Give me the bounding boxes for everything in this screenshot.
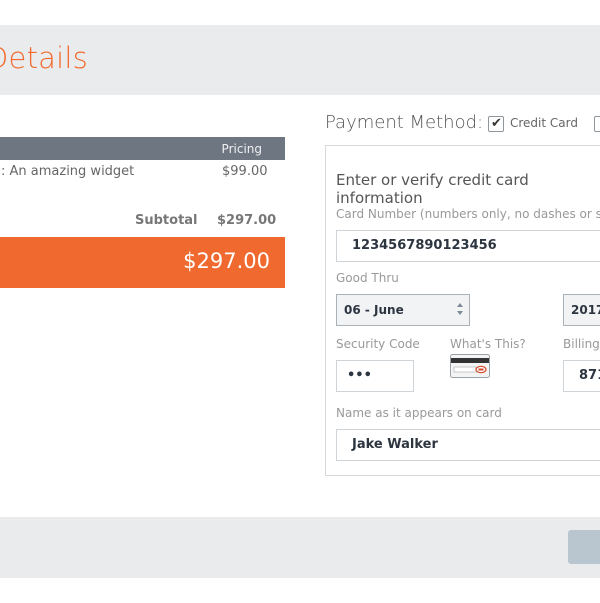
credit-card-option-label[interactable]: Credit Card — [510, 116, 578, 130]
other-payment-checkbox[interactable] — [594, 116, 600, 132]
expiry-month-value: 06 - June — [344, 303, 404, 317]
subtotal-value: $297.00 — [217, 213, 277, 228]
cardholder-name-label: Name as it appears on card — [336, 406, 502, 420]
pricing-column-header: Pricing — [221, 142, 262, 156]
good-thru-label: Good Thru — [336, 271, 399, 285]
card-security-code-icon — [450, 354, 490, 378]
expiry-month-select[interactable]: 06 - June — [336, 294, 470, 326]
check-icon: ✔ — [491, 116, 502, 131]
expiry-year-select[interactable]: 2017 — [563, 294, 600, 326]
item-price: $99.00 — [222, 164, 268, 179]
payment-method-label: Payment Method: — [325, 112, 484, 133]
billing-zip-label: Billing Zip — [563, 337, 600, 351]
total-bar: $297.00 — [0, 237, 285, 288]
whats-this-link[interactable]: What's This? — [450, 337, 526, 351]
card-number-label: Card Number (numbers only, no dashes or … — [336, 207, 600, 221]
credit-card-panel-title: Enter or verify credit card information — [336, 171, 529, 207]
select-arrows-icon — [457, 303, 463, 315]
order-table-header: Pricing — [0, 137, 285, 160]
continue-button[interactable] — [568, 530, 600, 564]
security-code-input[interactable]: ••• — [336, 360, 414, 392]
page-title: Details — [0, 41, 88, 75]
expiry-year-value: 2017 — [571, 303, 600, 317]
header-band — [0, 25, 600, 95]
footer-band — [0, 517, 600, 578]
subtotal-label: Subtotal — [135, 213, 198, 228]
checkout-page: Details Pricing : An amazing widget $99.… — [0, 0, 600, 603]
item-description: : An amazing widget — [1, 164, 135, 179]
cardholder-name-input[interactable]: Jake Walker — [336, 429, 600, 461]
credit-card-checkbox[interactable]: ✔ — [488, 116, 504, 132]
security-code-label: Security Code — [336, 337, 420, 351]
billing-zip-input[interactable]: 871 — [563, 360, 600, 392]
card-number-input[interactable]: 1234567890123456 — [336, 230, 600, 262]
total-value: $297.00 — [183, 249, 270, 273]
